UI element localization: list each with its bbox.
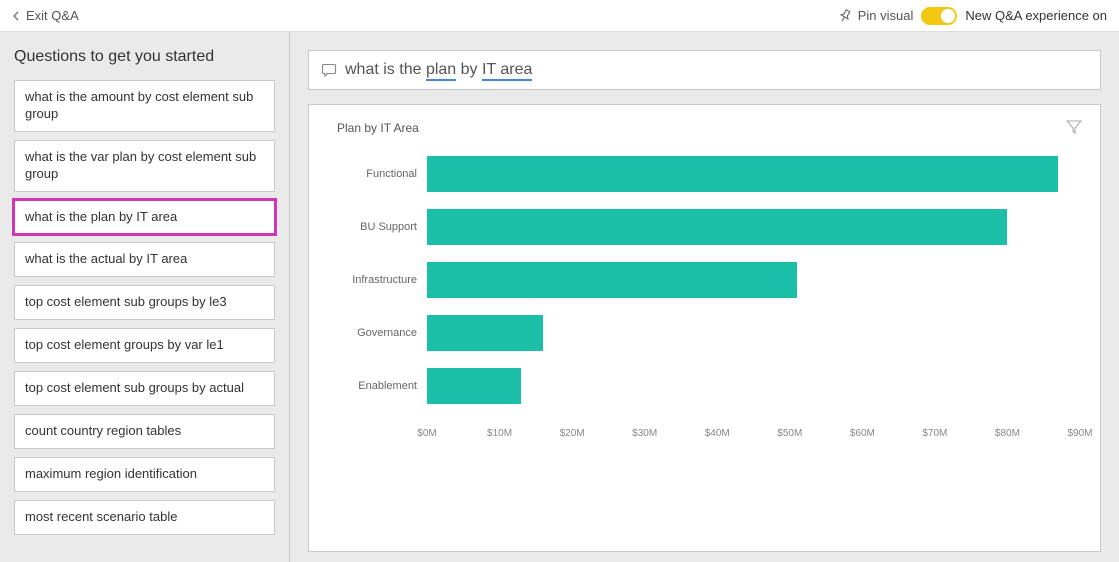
chart-card: Plan by IT Area Functional BU Support Infr… <box>308 104 1101 552</box>
pin-visual-button[interactable]: Pin visual <box>838 8 914 23</box>
axis-tick: $50M <box>777 428 802 439</box>
question-item[interactable]: what is the plan by IT area <box>14 200 275 235</box>
axis-tick: $70M <box>922 428 947 439</box>
axis-tick: $10M <box>487 428 512 439</box>
axis-tick: $90M <box>1067 428 1092 439</box>
question-item[interactable]: top cost element sub groups by le3 <box>14 285 275 320</box>
exit-qa-button[interactable]: Exit Q&A <box>12 8 79 23</box>
question-item[interactable]: top cost element sub groups by actual <box>14 371 275 406</box>
question-item[interactable]: maximum region identification <box>14 457 275 492</box>
axis-tick: $80M <box>995 428 1020 439</box>
question-item[interactable]: what is the amount by cost element sub g… <box>14 80 275 132</box>
axis-tick: $20M <box>560 428 585 439</box>
axis-tick: $30M <box>632 428 657 439</box>
sidebar-title: Questions to get you started <box>14 48 275 66</box>
chevron-left-icon <box>12 11 22 21</box>
bar-label: Enablement <box>337 380 427 392</box>
bar-fill[interactable] <box>427 315 543 351</box>
bar-row: Functional <box>337 147 1080 200</box>
bar-label: Governance <box>337 327 427 339</box>
bar-row: Governance <box>337 306 1080 359</box>
bar-fill[interactable] <box>427 156 1058 192</box>
experience-toggle-wrap: New Q&A experience on <box>921 7 1107 25</box>
question-item[interactable]: top cost element groups by var le1 <box>14 328 275 363</box>
question-item[interactable]: what is the actual by IT area <box>14 242 275 277</box>
chart-title: Plan by IT Area <box>337 121 1080 135</box>
toggle-label: New Q&A experience on <box>965 8 1107 23</box>
sidebar: Questions to get you started what is the… <box>0 32 290 562</box>
bar-row: BU Support <box>337 200 1080 253</box>
chat-icon <box>321 62 337 78</box>
topbar: Exit Q&A Pin visual New Q&A experience o… <box>0 0 1119 32</box>
experience-toggle[interactable] <box>921 7 957 25</box>
pin-icon <box>838 9 852 23</box>
exit-label: Exit Q&A <box>26 8 79 23</box>
question-item[interactable]: what is the var plan by cost element sub… <box>14 140 275 192</box>
bar-fill[interactable] <box>427 262 797 298</box>
axis-tick: $0M <box>417 428 436 439</box>
question-item[interactable]: most recent scenario table <box>14 500 275 535</box>
bar-row: Infrastructure <box>337 253 1080 306</box>
bar-label: Functional <box>337 168 427 180</box>
axis-tick: $60M <box>850 428 875 439</box>
filter-icon[interactable] <box>1066 119 1082 135</box>
query-input[interactable]: what is the plan by IT area <box>308 50 1101 90</box>
main-panel: what is the plan by IT area Plan by IT A… <box>290 32 1119 562</box>
axis-tick: $40M <box>705 428 730 439</box>
bar-row: Enablement <box>337 359 1080 412</box>
pin-label: Pin visual <box>858 8 914 23</box>
question-item[interactable]: count country region tables <box>14 414 275 449</box>
bar-label: BU Support <box>337 221 427 233</box>
bar-label: Infrastructure <box>337 274 427 286</box>
bar-fill[interactable] <box>427 209 1007 245</box>
bar-fill[interactable] <box>427 368 521 404</box>
query-text: what is the plan by IT area <box>345 61 532 79</box>
